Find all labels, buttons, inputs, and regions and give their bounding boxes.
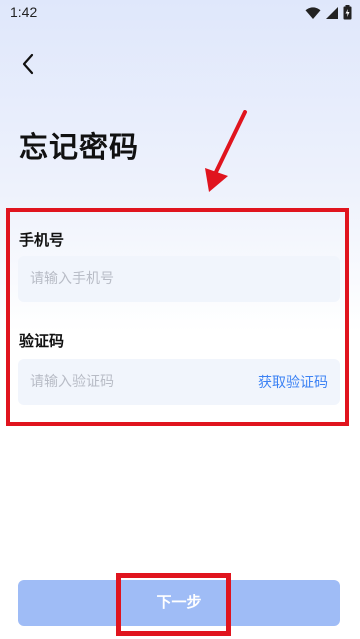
code-input[interactable]	[30, 359, 230, 405]
annotation-arrow-icon	[205, 110, 247, 192]
next-button-label: 下一步	[156, 594, 202, 611]
code-label: 验证码	[19, 332, 65, 350]
phone-field[interactable]	[18, 256, 340, 302]
status-time: 1:42	[10, 4, 38, 20]
chevron-left-icon	[21, 53, 35, 79]
status-bar: 1:42	[0, 0, 360, 26]
phone-input[interactable]	[30, 256, 230, 302]
next-button[interactable]: 下一步	[18, 580, 340, 626]
battery-icon	[343, 5, 352, 24]
wifi-icon	[305, 5, 321, 24]
page-title: 忘记密码	[19, 130, 140, 164]
phone-label: 手机号	[19, 231, 65, 249]
status-icons	[305, 5, 352, 24]
back-button[interactable]	[14, 52, 42, 80]
code-field[interactable]: 获取验证码	[18, 359, 340, 405]
signal-icon	[325, 5, 339, 24]
get-code-button[interactable]: 获取验证码	[258, 372, 328, 392]
